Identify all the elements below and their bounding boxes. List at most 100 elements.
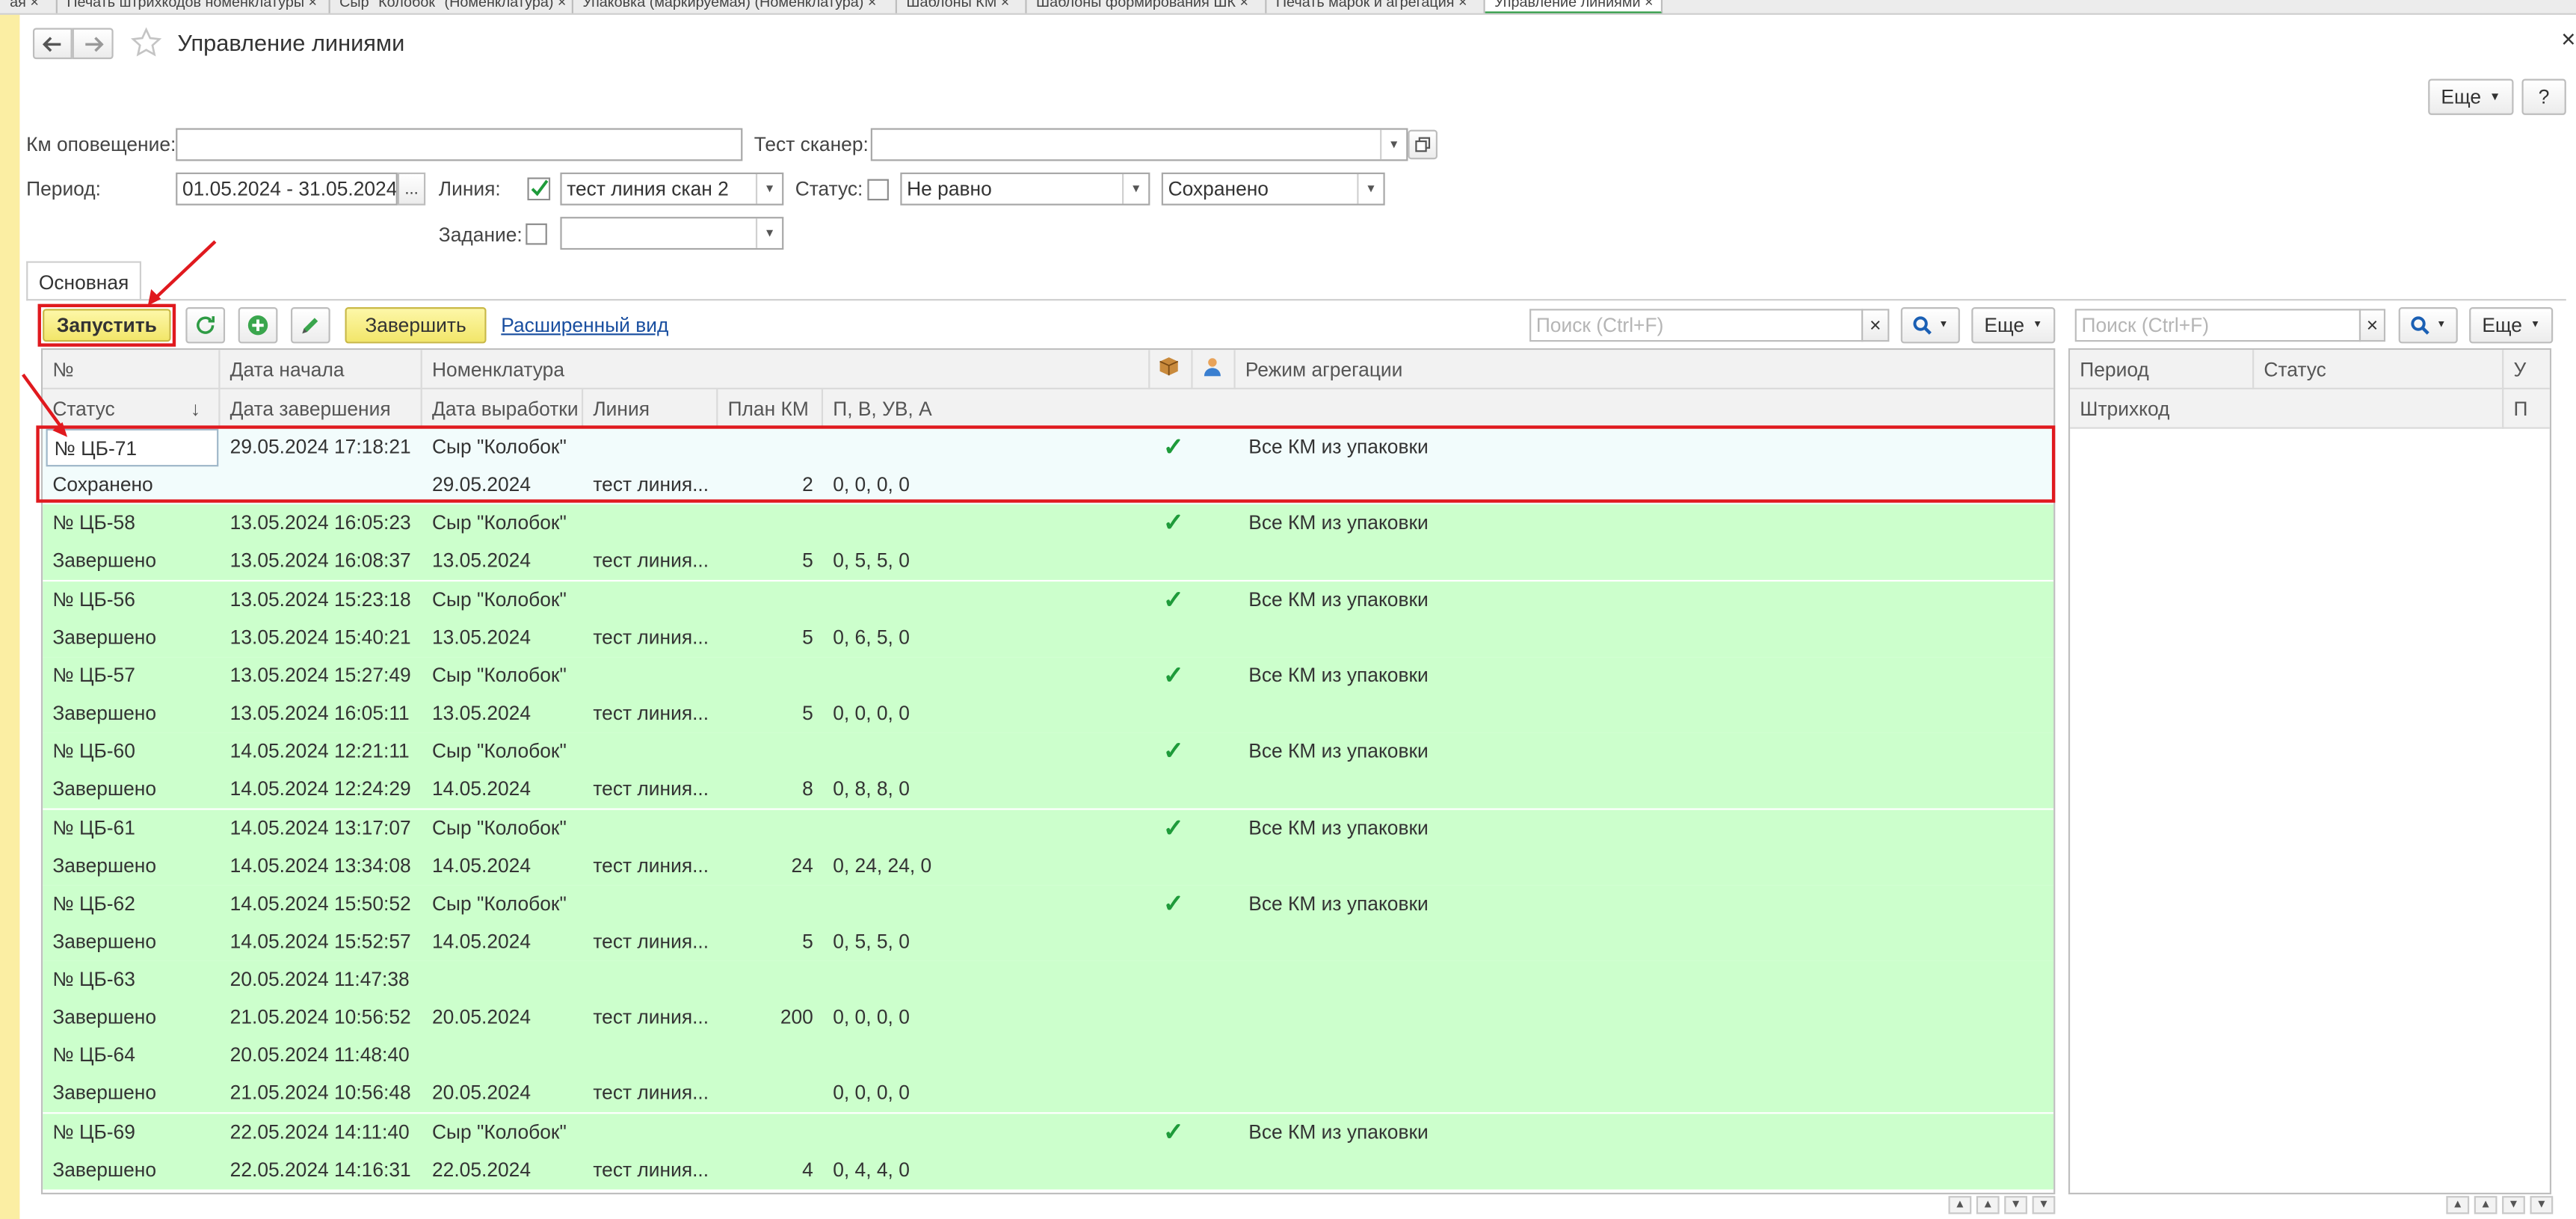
cell-num: № ЦБ-61 bbox=[52, 815, 135, 839]
column-header-start-date[interactable]: Дата начала bbox=[220, 350, 422, 389]
column-header-package[interactable] bbox=[1150, 350, 1193, 389]
chevron-down-icon[interactable]: ▼ bbox=[755, 174, 782, 204]
open-window-icon bbox=[1415, 137, 1431, 152]
scroll-down-icon[interactable]: ▼ bbox=[2502, 1196, 2525, 1215]
finish-button[interactable]: Завершить bbox=[345, 307, 487, 344]
cell-plan: 5 bbox=[802, 625, 813, 649]
forward-button[interactable] bbox=[72, 28, 114, 60]
table-row[interactable]: № ЦБ-61 14.05.2024 13:17:07 Сыр "Колобок" ✓… bbox=[43, 809, 2054, 885]
search-input[interactable]: Поиск (Ctrl+F) bbox=[1529, 309, 1864, 342]
task-checkbox[interactable] bbox=[526, 223, 547, 245]
column-header-pvua[interactable]: П, В, УВ, А bbox=[823, 389, 2053, 429]
test-scanner-field[interactable]: ▼ bbox=[870, 128, 1408, 161]
cell-end: 13.05.2024 16:05:11 bbox=[229, 701, 410, 725]
column-header-barcode[interactable]: Штрихкод bbox=[2070, 389, 2504, 429]
chevron-down-icon[interactable]: ▼ bbox=[1380, 129, 1406, 160]
cell-end: 14.05.2024 15:52:57 bbox=[229, 929, 411, 953]
column-header-line[interactable]: Линия bbox=[583, 389, 718, 429]
cell-mode: Все КМ из упаковки bbox=[1248, 892, 1429, 915]
status-condition-select[interactable]: Не равно ▼ bbox=[900, 172, 1150, 206]
table-row[interactable]: № ЦБ-57 13.05.2024 15:27:49 Сыр "Колобок" ✓… bbox=[43, 657, 2054, 733]
search-button-right[interactable]: ▼ bbox=[2398, 307, 2458, 344]
line-select[interactable]: тест линия скан 2 ▼ bbox=[560, 172, 784, 206]
scroll-top-icon[interactable]: ▲ bbox=[1948, 1196, 1972, 1215]
search-clear-button[interactable]: × bbox=[1861, 309, 1890, 342]
table-row[interactable]: № ЦБ-56 13.05.2024 15:23:18 Сыр "Колобок" ✓… bbox=[43, 581, 2054, 657]
chevron-down-icon[interactable]: ▼ bbox=[1122, 174, 1148, 204]
help-button[interactable]: ? bbox=[2521, 78, 2566, 115]
open-tab[interactable]: Печать штрихкодов номенклатуры × bbox=[57, 0, 330, 13]
open-tab[interactable]: Сыр "Колобок" (Номенклатура) × bbox=[330, 0, 573, 13]
column-header-period[interactable]: Период bbox=[2070, 350, 2255, 389]
open-link-button[interactable] bbox=[1408, 129, 1438, 160]
cell-nomen: Сыр "Колобок" bbox=[431, 587, 567, 611]
line-checkbox[interactable] bbox=[527, 177, 551, 201]
cell-end: 13.05.2024 16:08:37 bbox=[229, 549, 411, 573]
open-tab-active[interactable]: Управление линиями × bbox=[1484, 0, 1663, 13]
cell-end: 13.05.2024 15:40:21 bbox=[229, 625, 411, 649]
cell-start: 13.05.2024 15:27:49 bbox=[229, 663, 411, 687]
column-header-nomenclature[interactable]: Номенклатура bbox=[422, 350, 1150, 389]
cell-num: № ЦБ-62 bbox=[52, 892, 135, 915]
cell-status: Завершено bbox=[52, 625, 157, 649]
status-checkbox[interactable] bbox=[867, 179, 889, 201]
scroll-bottom-icon[interactable]: ▼ bbox=[2032, 1196, 2056, 1215]
scroll-down-icon[interactable]: ▼ bbox=[2004, 1196, 2027, 1215]
open-tab[interactable]: ая × bbox=[0, 0, 58, 13]
scroll-bottom-icon[interactable]: ▼ bbox=[2530, 1196, 2554, 1215]
cell-pvua: 0, 8, 8, 0 bbox=[833, 777, 910, 800]
task-select[interactable]: ▼ bbox=[560, 217, 784, 250]
cell-num: № ЦБ-69 bbox=[52, 1120, 135, 1144]
cell-end: 14.05.2024 12:24:29 bbox=[229, 777, 411, 800]
scroll-top-icon[interactable]: ▲ bbox=[2446, 1196, 2470, 1215]
search-button[interactable]: ▼ bbox=[1900, 307, 1960, 344]
status-value-select[interactable]: Сохранено ▼ bbox=[1161, 172, 1385, 206]
scroll-up-icon[interactable]: ▲ bbox=[2474, 1196, 2498, 1215]
more-button[interactable]: Еще ▼ bbox=[2428, 78, 2514, 115]
back-button[interactable] bbox=[32, 28, 73, 60]
add-button[interactable] bbox=[238, 307, 278, 344]
table-row[interactable]: № ЦБ-63 20.05.2024 11:47:38 Завершено 21.05… bbox=[43, 961, 2054, 1037]
period-field[interactable]: 01.05.2024 - 31.05.2024 bbox=[176, 172, 398, 206]
package-icon bbox=[1159, 357, 1179, 376]
right-more-button[interactable]: Еще ▼ bbox=[2469, 307, 2554, 344]
search-clear-button-right[interactable]: × bbox=[2358, 309, 2386, 342]
column-header-end-date[interactable]: Дата завершения bbox=[220, 389, 422, 429]
barcode-grid: Период Статус У Штрихкод П bbox=[2068, 348, 2552, 1195]
grid-more-button[interactable]: Еще ▼ bbox=[1971, 307, 2056, 344]
edit-button[interactable] bbox=[290, 307, 330, 344]
extended-view-link[interactable]: Расширенный вид bbox=[501, 314, 668, 337]
column-header-p[interactable]: П bbox=[2503, 389, 2550, 429]
table-row[interactable]: № ЦБ-69 22.05.2024 14:11:40 Сыр "Колобок" ✓… bbox=[43, 1113, 2054, 1189]
star-icon[interactable] bbox=[130, 26, 163, 59]
cell-pvua: 0, 24, 24, 0 bbox=[833, 853, 932, 877]
table-row[interactable]: № ЦБ-64 20.05.2024 11:48:40 Завершено 21.05… bbox=[43, 1037, 2054, 1113]
cell-nomen bbox=[432, 961, 990, 999]
table-row[interactable]: № ЦБ-58 13.05.2024 16:05:23 Сыр "Колобок" ✓… bbox=[43, 504, 2054, 581]
column-header-u[interactable]: У bbox=[2503, 350, 2550, 389]
open-tab[interactable]: Упаковка (маркируемая) (Номенклатура) × bbox=[573, 0, 897, 13]
column-header-plan-km[interactable]: План КМ bbox=[718, 389, 824, 429]
column-header-production-date[interactable]: Дата выработки bbox=[422, 389, 584, 429]
open-tab[interactable]: Печать марок и агрегация × bbox=[1266, 0, 1485, 13]
column-header-aggregation-mode[interactable]: Режим агрегации bbox=[1236, 350, 2053, 389]
back-arrow-icon bbox=[43, 36, 61, 52]
chevron-down-icon[interactable]: ▼ bbox=[1357, 174, 1383, 204]
km-alert-field[interactable] bbox=[176, 128, 743, 161]
open-tab[interactable]: Шаблоны формирования ШК × bbox=[1026, 0, 1266, 13]
cell-start: 20.05.2024 11:47:38 bbox=[229, 967, 410, 991]
period-select-button[interactable]: ... bbox=[397, 172, 426, 206]
close-icon[interactable]: × bbox=[2561, 26, 2575, 54]
chevron-down-icon: ▼ bbox=[2489, 90, 2501, 103]
column-header-user[interactable] bbox=[1193, 350, 1236, 389]
table-row[interactable]: № ЦБ-62 14.05.2024 15:50:52 Сыр "Колобок" ✓… bbox=[43, 885, 2054, 961]
column-header-right-status[interactable]: Статус bbox=[2254, 350, 2504, 389]
open-tab[interactable]: Шаблоны КМ × bbox=[896, 0, 1026, 13]
scroll-up-icon[interactable]: ▲ bbox=[1976, 1196, 2000, 1215]
chevron-down-icon[interactable]: ▼ bbox=[755, 218, 782, 248]
search-input-right[interactable]: Поиск (Ctrl+F) bbox=[2074, 309, 2361, 342]
table-row[interactable]: № ЦБ-60 14.05.2024 12:21:11 Сыр "Колобок" ✓… bbox=[43, 732, 2054, 809]
arrow-to-first-row bbox=[21, 373, 64, 430]
cell-start: 20.05.2024 11:48:40 bbox=[229, 1043, 410, 1067]
cell-num: № ЦБ-57 bbox=[52, 663, 135, 687]
